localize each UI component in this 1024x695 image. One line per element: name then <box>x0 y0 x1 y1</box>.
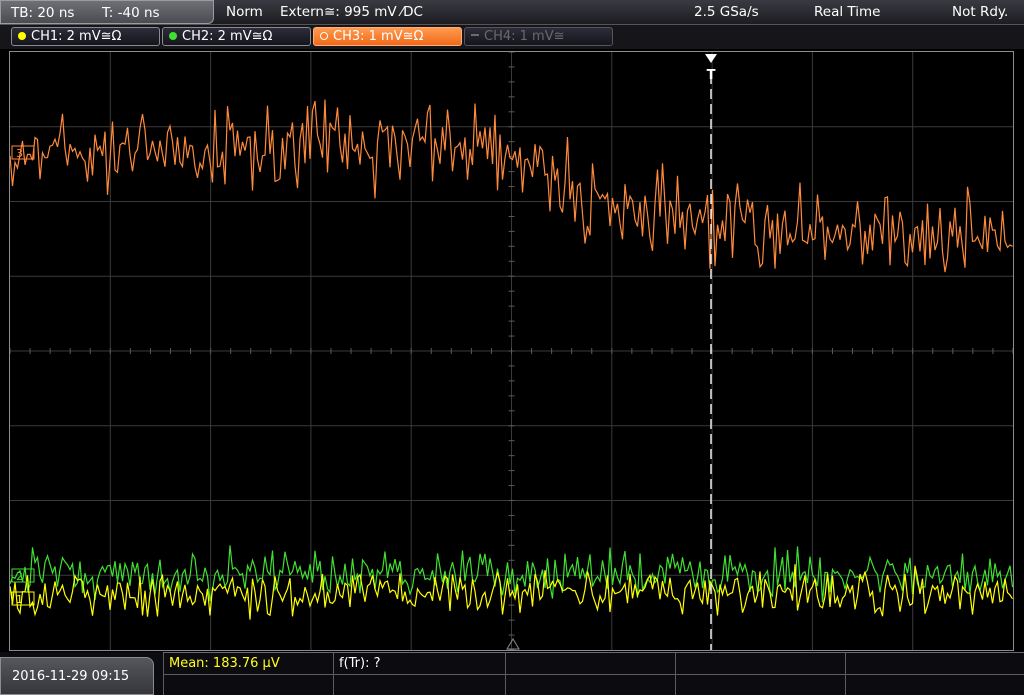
ch2-indicator-icon <box>169 32 177 40</box>
trigger-mode[interactable]: Norm <box>226 0 263 24</box>
trigger-source[interactable]: Extern≅: 995 mV ⁄DC <box>280 0 423 24</box>
ch1-label: CH1: 2 mV≅Ω <box>31 29 122 44</box>
measurement-divider <box>675 653 676 695</box>
trigger-arrow-icon[interactable] <box>705 54 717 63</box>
measurement-panel: Mean: 183.76 µV f(Tr): ? <box>163 652 1024 695</box>
measurement-divider <box>333 653 334 695</box>
waveform-display[interactable]: T 3 2 1 <box>10 52 1013 650</box>
timebase-box[interactable]: TB: 20 ns T: -40 ns <box>0 0 214 24</box>
ch2-label: CH2: 2 mV≅Ω <box>182 29 273 44</box>
trigger-label: T <box>707 68 716 83</box>
ch4-label: CH4: 1 mV≅ <box>484 29 565 44</box>
measurement-divider <box>163 653 164 695</box>
ch1-marker-label: 1 <box>16 593 23 606</box>
ch1-indicator-icon <box>18 32 26 40</box>
date-time: 2016-11-29 09:15 <box>12 669 130 684</box>
measurement-divider <box>845 653 846 695</box>
acquisition-status: Not Rdy. <box>952 4 1009 20</box>
ch3-marker-label: 3 <box>16 147 23 160</box>
trigger-time-readout[interactable]: T: -40 ns <box>102 1 160 25</box>
ch3-indicator-icon <box>320 32 328 40</box>
timebase-readout[interactable]: TB: 20 ns <box>11 1 74 25</box>
trigger-frequency-measurement[interactable]: f(Tr): ? <box>339 655 381 673</box>
status-bar: TB: 20 ns T: -40 ns Norm Extern≅: 995 mV… <box>0 0 1024 25</box>
ch2-marker-label: 2 <box>16 570 23 583</box>
measurement-divider <box>505 653 506 695</box>
bottom-bar: 2016-11-29 09:15 Mean: 183.76 µV f(Tr): … <box>0 652 1024 695</box>
acquisition-mode[interactable]: Real Time <box>814 0 880 24</box>
mean-measurement[interactable]: Mean: 183.76 µV <box>169 655 280 673</box>
measurement-divider <box>163 674 1024 675</box>
horizontal-position-icon[interactable] <box>506 638 520 650</box>
ch3-label: CH3: 1 mV≅Ω <box>333 29 424 44</box>
channel-tab-ch2[interactable]: CH2: 2 mV≅Ω <box>162 27 311 46</box>
channel-tab-ch1[interactable]: CH1: 2 mV≅Ω <box>11 27 160 46</box>
date-time-box[interactable]: 2016-11-29 09:15 <box>0 657 154 695</box>
channel-tab-ch4[interactable]: CH4: 1 mV≅ <box>464 27 613 46</box>
oscilloscope-screen: TB: 20 ns T: -40 ns Norm Extern≅: 995 mV… <box>0 0 1024 695</box>
ch1-offset-marker[interactable]: 1 <box>11 591 35 606</box>
channel-bar: CH1: 2 mV≅Ω CH2: 2 mV≅Ω CH3: 1 mV≅Ω CH4:… <box>0 25 1024 49</box>
ch4-off-icon <box>471 34 479 36</box>
channel-tab-ch3[interactable]: CH3: 1 mV≅Ω <box>313 27 462 46</box>
sample-rate[interactable]: 2.5 GSa/s <box>694 0 759 24</box>
